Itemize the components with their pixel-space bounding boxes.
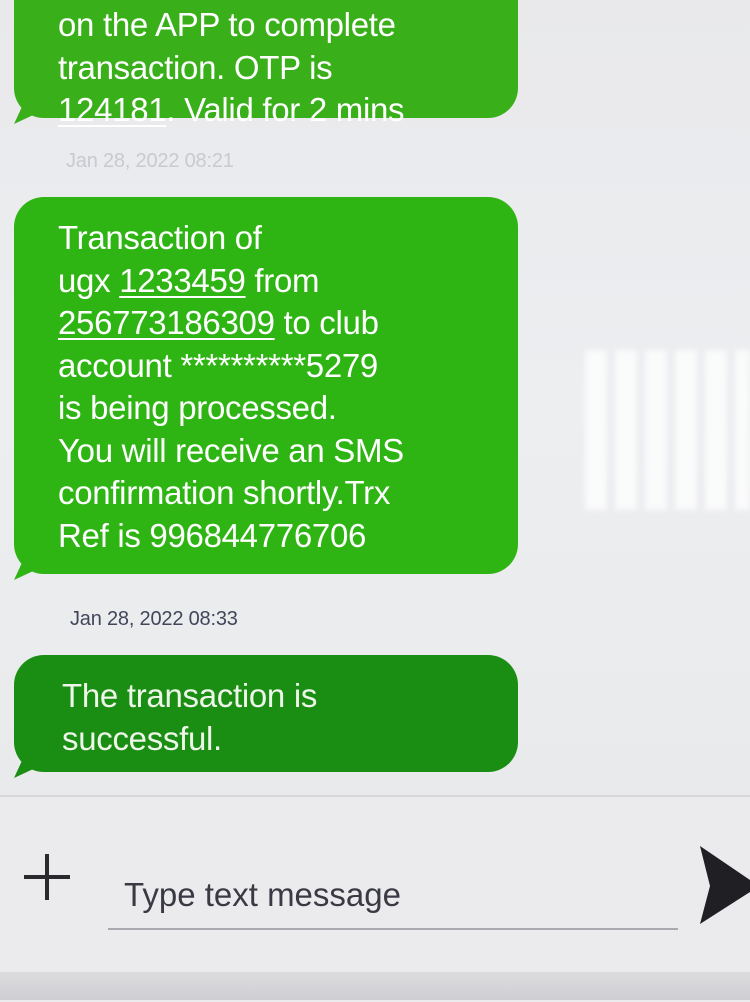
message-link[interactable]: 256773186309 xyxy=(58,304,275,341)
message-input[interactable] xyxy=(108,862,678,930)
message-line: Transaction of xyxy=(58,217,478,260)
message-line: 256773186309 to club xyxy=(58,302,478,345)
message-text-segment: You will receive an SMS xyxy=(58,431,404,469)
message-line: confirmation shortly.Trx xyxy=(58,472,478,515)
message-text-segment: is being processed. xyxy=(58,389,337,426)
message-text-segment: on the APP to complete xyxy=(58,6,396,43)
screen-glare xyxy=(585,350,750,510)
navigation-bar xyxy=(0,972,750,1000)
message-timestamp: Jan 28, 2022 08:33 xyxy=(70,608,238,630)
message-bubble-otp[interactable]: on the APP to complete transaction. OTP i… xyxy=(14,0,518,128)
message-text: The transaction is successful. xyxy=(62,675,478,760)
message-line: The transaction is xyxy=(62,675,478,718)
message-text-segment: successful. xyxy=(62,719,222,757)
bubble-tail xyxy=(14,554,44,580)
message-line: You will receive an SMS xyxy=(58,430,478,473)
message-bubble-success[interactable]: The transaction is successful. xyxy=(14,655,518,778)
message-text-segment: from xyxy=(245,261,320,299)
message-text-segment: account **********5279 xyxy=(58,346,378,384)
message-text: Transaction of ugx 1233459 from 2567731863… xyxy=(58,217,478,557)
message-line: Ref is 996844776706 xyxy=(58,515,478,558)
message-text: on the APP to complete transaction. OTP i… xyxy=(58,4,478,132)
message-bubble-processing[interactable]: Transaction of ugx 1233459 from 2567731863… xyxy=(14,197,518,580)
message-text-segment: transaction. OTP is xyxy=(58,48,333,86)
message-line: 124181. Valid for 2 mins xyxy=(58,89,478,132)
message-text-segment: ugx xyxy=(58,261,120,299)
send-icon[interactable] xyxy=(696,846,750,924)
message-timestamp: Jan 28, 2022 08:21 xyxy=(66,150,234,172)
message-text-segment: Ref is 996844776706 xyxy=(58,516,367,554)
message-line: account **********5279 xyxy=(58,345,478,388)
message-line: successful. xyxy=(62,718,478,761)
message-text-segment: to club xyxy=(274,304,379,341)
message-text-segment: Transaction of xyxy=(58,219,262,256)
message-text-segment: The transaction is xyxy=(62,677,318,714)
message-line: transaction. OTP is xyxy=(58,47,478,90)
message-line: is being processed. xyxy=(58,387,478,430)
message-text-segment: confirmation shortly.Trx xyxy=(58,474,391,511)
message-line: on the APP to complete xyxy=(58,4,478,47)
bubble-tail xyxy=(14,98,44,124)
message-text-segment: . Valid for 2 mins xyxy=(166,91,405,128)
message-link[interactable]: 124181 xyxy=(58,91,167,128)
bubble-tail xyxy=(14,752,44,778)
message-thread: on the APP to complete transaction. OTP i… xyxy=(0,0,750,800)
plus-icon[interactable] xyxy=(24,854,70,900)
message-link[interactable]: 1233459 xyxy=(119,262,246,299)
message-line: ugx 1233459 from xyxy=(58,260,478,303)
